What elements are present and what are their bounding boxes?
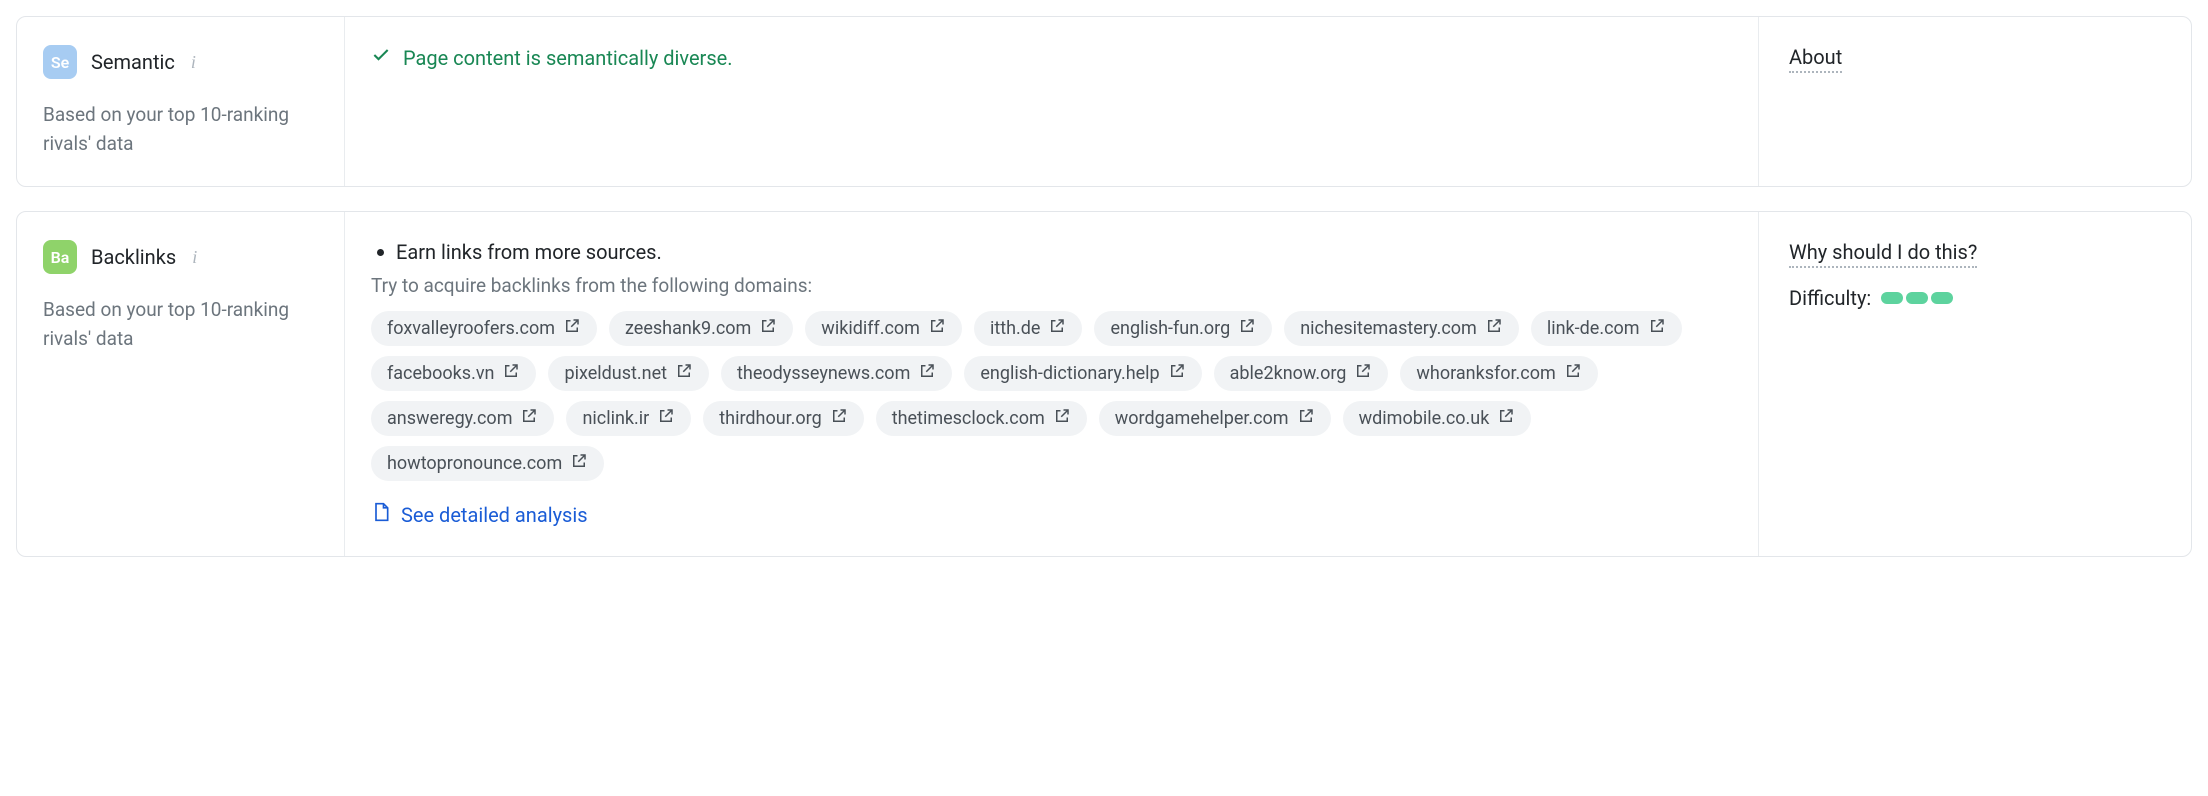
domain-chip-label: whoranksfor.com (1416, 363, 1555, 384)
external-link-icon (759, 317, 777, 340)
external-link-icon (1497, 407, 1515, 430)
backlinks-left-col: Ba Backlinks i Based on your top 10-rank… (17, 212, 345, 556)
domain-chip[interactable]: wordgamehelper.com (1099, 401, 1331, 436)
semantic-header: Se Semantic i (43, 45, 318, 79)
difficulty-bar (1906, 292, 1928, 304)
domain-chip[interactable]: able2know.org (1214, 356, 1389, 391)
domain-chip-label: wikidiff.com (821, 318, 920, 339)
difficulty-bar (1931, 292, 1953, 304)
external-link-icon (1053, 407, 1071, 430)
domain-chip-label: english-dictionary.help (980, 363, 1159, 384)
external-link-icon (1168, 362, 1186, 385)
domain-chip-label: facebooks.vn (387, 363, 494, 384)
domain-chip-label: able2know.org (1230, 363, 1347, 384)
external-link-icon (830, 407, 848, 430)
backlinks-title: Backlinks (91, 245, 176, 269)
external-link-icon (502, 362, 520, 385)
external-link-icon (675, 362, 693, 385)
detailed-analysis-link[interactable]: See detailed analysis (371, 501, 1732, 528)
difficulty-meter (1881, 292, 1953, 304)
domain-chip[interactable]: answeregy.com (371, 401, 554, 436)
domain-chip-label: pixeldust.net (564, 363, 667, 384)
domain-chip[interactable]: whoranksfor.com (1400, 356, 1597, 391)
backlinks-try-text: Try to acquire backlinks from the follow… (371, 274, 1732, 297)
about-link[interactable]: About (1789, 45, 1842, 73)
domain-chip[interactable]: wdimobile.co.uk (1343, 401, 1532, 436)
semantic-subtext: Based on your top 10-ranking rivals' dat… (43, 101, 318, 158)
domain-chip-label: nichesitemastery.com (1300, 318, 1477, 339)
domain-chip-label: itth.de (990, 318, 1041, 339)
domain-chip[interactable]: niclink.ir (566, 401, 691, 436)
semantic-status-row: Page content is semantically diverse. (371, 45, 1732, 70)
external-link-icon (1297, 407, 1315, 430)
domain-chip-label: theodysseynews.com (737, 363, 910, 384)
external-link-icon (918, 362, 936, 385)
domain-chip[interactable]: zeeshank9.com (609, 311, 793, 346)
domain-chip-label: foxvalleyroofers.com (387, 318, 555, 339)
domain-chip[interactable]: foxvalleyroofers.com (371, 311, 597, 346)
domain-chip[interactable]: facebooks.vn (371, 356, 536, 391)
external-link-icon (928, 317, 946, 340)
backlinks-bullet-text: Earn links from more sources. (396, 240, 662, 264)
backlinks-card: Ba Backlinks i Based on your top 10-rank… (16, 211, 2192, 557)
domain-chips: foxvalleyroofers.com zeeshank9.com wikidif… (371, 311, 1732, 481)
external-link-icon (1564, 362, 1582, 385)
domain-chip[interactable]: itth.de (974, 311, 1083, 346)
difficulty-row: Difficulty: (1789, 286, 2161, 310)
backlinks-mid-col: Earn links from more sources. Try to acq… (345, 212, 1759, 556)
semantic-right-col: About (1759, 17, 2191, 186)
domain-chip[interactable]: link-de.com (1531, 311, 1682, 346)
semantic-badge: Se (43, 45, 77, 79)
domain-chip[interactable]: wikidiff.com (805, 311, 962, 346)
domain-chip-label: howtopronounce.com (387, 453, 562, 474)
semantic-mid-col: Page content is semantically diverse. (345, 17, 1759, 186)
detailed-analysis-label: See detailed analysis (401, 503, 588, 527)
domain-chip-label: niclink.ir (582, 408, 649, 429)
external-link-icon (657, 407, 675, 430)
domain-chip-label: thirdhour.org (719, 408, 821, 429)
semantic-card: Se Semantic i Based on your top 10-ranki… (16, 16, 2192, 187)
domain-chip[interactable]: thetimesclock.com (876, 401, 1087, 436)
why-link[interactable]: Why should I do this? (1789, 240, 1977, 268)
domain-chip-label: zeeshank9.com (625, 318, 751, 339)
external-link-icon (520, 407, 538, 430)
external-link-icon (1648, 317, 1666, 340)
domain-chip[interactable]: howtopronounce.com (371, 446, 604, 481)
backlinks-right-col: Why should I do this? Difficulty: (1759, 212, 2191, 556)
semantic-title: Semantic (91, 50, 175, 74)
external-link-icon (1048, 317, 1066, 340)
domain-chip-label: link-de.com (1547, 318, 1640, 339)
check-icon (371, 45, 391, 70)
backlinks-subtext: Based on your top 10-ranking rivals' dat… (43, 296, 318, 353)
domain-chip-label: wordgamehelper.com (1115, 408, 1289, 429)
external-link-icon (1238, 317, 1256, 340)
semantic-left-col: Se Semantic i Based on your top 10-ranki… (17, 17, 345, 186)
domain-chip-label: wdimobile.co.uk (1359, 408, 1490, 429)
external-link-icon (1485, 317, 1503, 340)
domain-chip[interactable]: english-fun.org (1094, 311, 1272, 346)
backlinks-header: Ba Backlinks i (43, 240, 318, 274)
difficulty-label: Difficulty: (1789, 286, 1871, 310)
domain-chip[interactable]: thirdhour.org (703, 401, 863, 436)
domain-chip-label: thetimesclock.com (892, 408, 1045, 429)
info-icon[interactable]: i (192, 247, 197, 268)
domain-chip[interactable]: nichesitemastery.com (1284, 311, 1519, 346)
domain-chip-label: english-fun.org (1110, 318, 1230, 339)
external-link-icon (570, 452, 588, 475)
external-link-icon (1354, 362, 1372, 385)
external-link-icon (563, 317, 581, 340)
backlinks-bullet-row: Earn links from more sources. (371, 240, 1732, 264)
document-icon (371, 501, 391, 528)
domain-chip[interactable]: english-dictionary.help (964, 356, 1201, 391)
domain-chip-label: answeregy.com (387, 408, 512, 429)
domain-chip[interactable]: pixeldust.net (548, 356, 709, 391)
difficulty-bar (1881, 292, 1903, 304)
backlinks-badge: Ba (43, 240, 77, 274)
domain-chip[interactable]: theodysseynews.com (721, 356, 952, 391)
semantic-status-text: Page content is semantically diverse. (403, 46, 733, 70)
info-icon[interactable]: i (191, 52, 196, 73)
bullet-icon (377, 249, 384, 256)
